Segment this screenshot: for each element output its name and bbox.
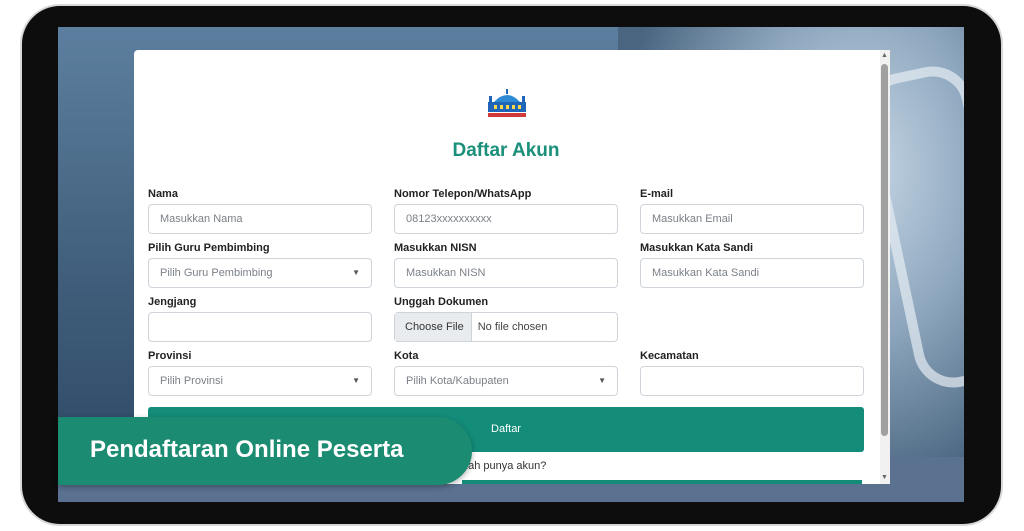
sandi-field-group: Masukkan Kata Sandi Masukkan Kata Sandi — [640, 241, 864, 288]
jenjang-label: Jengjang — [148, 296, 197, 308]
email-label: E-mail — [640, 188, 674, 200]
guru-select-value: Pilih Guru Pembimbing — [160, 267, 273, 279]
provinsi-label: Provinsi — [148, 350, 192, 362]
guru-select[interactable]: Pilih Guru Pembimbing ▼ — [148, 258, 372, 288]
email-input[interactable]: Masukkan Email — [640, 204, 864, 234]
jenjang-input[interactable] — [148, 312, 372, 342]
kota-select-value: Pilih Kota/Kabupaten — [406, 375, 509, 387]
provinsi-select[interactable]: Pilih Provinsi ▼ — [148, 366, 372, 396]
login-link[interactable]: dah punya akun? — [462, 460, 546, 472]
chevron-down-icon: ▼ — [352, 376, 360, 385]
nisn-input[interactable]: Masukkan NISN — [394, 258, 618, 288]
nama-input[interactable]: Masukkan Nama — [148, 204, 372, 234]
nama-field-group: Nama Masukkan Nama — [148, 187, 372, 234]
provinsi-field-group: Provinsi Pilih Provinsi ▼ — [148, 349, 372, 396]
telepon-field-group: Nomor Telepon/WhatsApp 08123xxxxxxxxxx — [394, 187, 618, 234]
kota-select[interactable]: Pilih Kota/Kabupaten ▼ — [394, 366, 618, 396]
chevron-down-icon: ▼ — [352, 268, 360, 277]
nisn-label: Masukkan NISN — [394, 242, 477, 254]
scroll-down-icon[interactable]: ▼ — [881, 474, 888, 481]
nama-label: Nama — [148, 188, 178, 200]
scrollbar-thumb[interactable] — [881, 64, 888, 436]
telepon-label: Nomor Telepon/WhatsApp — [394, 188, 532, 200]
kota-field-group: Kota Pilih Kota/Kabupaten ▼ — [394, 349, 618, 396]
sandi-label: Masukkan Kata Sandi — [640, 242, 754, 254]
guru-field-group: Pilih Guru Pembimbing Pilih Guru Pembimb… — [148, 241, 372, 288]
caption-banner: Pendaftaran Online Peserta — [58, 417, 472, 485]
file-status: No file chosen — [477, 321, 548, 333]
scroll-up-icon[interactable]: ▲ — [881, 52, 888, 59]
password-input[interactable]: Masukkan Kata Sandi — [640, 258, 864, 288]
page-title: Daftar Akun — [452, 140, 560, 161]
email-field-group: E-mail Masukkan Email — [640, 187, 864, 234]
dokumen-field-group: Unggah Dokumen Choose File No file chosen — [394, 295, 618, 342]
choose-file-button[interactable]: Choose File — [395, 313, 472, 341]
nisn-field-group: Masukkan NISN Masukkan NISN — [394, 241, 618, 288]
kecamatan-label: Kecamatan — [640, 350, 699, 362]
mosque-logo-icon — [488, 89, 526, 117]
guru-label: Pilih Guru Pembimbing — [148, 242, 270, 254]
kecamatan-input[interactable] — [640, 366, 864, 396]
kecamatan-field-group: Kecamatan — [640, 349, 864, 396]
banner-text: Pendaftaran Online Peserta — [90, 436, 404, 463]
jenjang-field-group: Jengjang — [148, 295, 372, 342]
chevron-down-icon: ▼ — [598, 376, 606, 385]
login-button-edge[interactable] — [462, 480, 862, 484]
file-input[interactable]: Choose File No file chosen — [394, 312, 618, 342]
provinsi-select-value: Pilih Provinsi — [160, 375, 223, 387]
kota-label: Kota — [394, 350, 419, 362]
dokumen-label: Unggah Dokumen — [394, 296, 489, 308]
telepon-input[interactable]: 08123xxxxxxxxxx — [394, 204, 618, 234]
